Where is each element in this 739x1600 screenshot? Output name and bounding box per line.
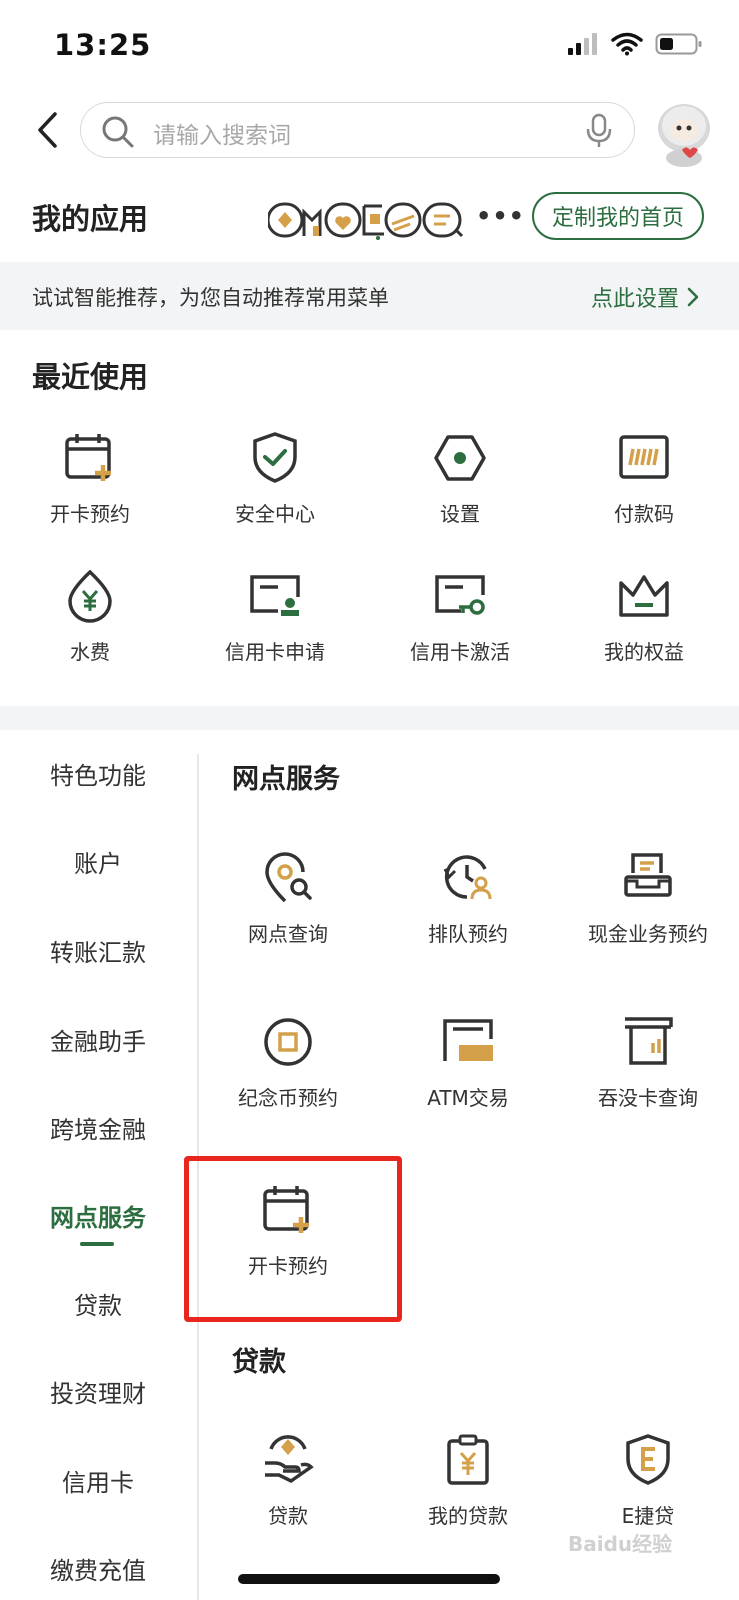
- recommend-text: 试试智能推荐，为您自动推荐常用菜单: [32, 286, 389, 310]
- back-button[interactable]: [30, 108, 64, 152]
- side-nav-item-credit-card[interactable]: 信用卡: [0, 1463, 196, 1498]
- red-highlight-box: [184, 1156, 402, 1322]
- recent-item-label: 付款码: [614, 502, 674, 526]
- loan-item-e-quick-loan[interactable]: E捷贷: [558, 1430, 738, 1529]
- recent-item-water-fee[interactable]: 水费: [0, 566, 180, 665]
- app-strip-icons: [268, 202, 464, 240]
- service-item-label: 纪念币预约: [238, 1086, 338, 1110]
- battery-icon: [655, 33, 702, 55]
- queue-clock-icon: [438, 848, 498, 908]
- recent-item-security-center[interactable]: 安全中心: [185, 428, 365, 527]
- recent-item-settings[interactable]: 设置: [370, 428, 550, 527]
- recent-item-payment-code[interactable]: 付款码: [554, 428, 734, 527]
- service-item-cash-appointment[interactable]: 现金业务预约: [558, 848, 738, 947]
- loan-item-label: E捷贷: [621, 1504, 675, 1528]
- recent-item-label: 设置: [440, 502, 480, 526]
- loan-item-label: 贷款: [268, 1504, 308, 1528]
- location-search-icon: [258, 848, 318, 908]
- card-stamp-icon: [245, 566, 305, 626]
- recent-item-label: 我的权益: [604, 640, 684, 664]
- side-nav-active-indicator: [80, 1242, 114, 1246]
- side-nav-item-bill-payment[interactable]: 缴费充值: [0, 1551, 196, 1586]
- loan-item-my-loans[interactable]: 我的贷款: [378, 1430, 558, 1529]
- recent-item-credit-card-activate[interactable]: 信用卡激活: [370, 566, 550, 665]
- microphone-icon[interactable]: [586, 113, 612, 149]
- payment-code-icon: [614, 428, 674, 488]
- side-nav-item-branch-services[interactable]: 网点服务: [0, 1198, 196, 1233]
- service-item-queue-appointment[interactable]: 排队预约: [378, 848, 558, 947]
- status-icons: [567, 32, 703, 56]
- hexagon-settings-icon: [430, 428, 490, 488]
- my-apps-icon-strip[interactable]: [268, 200, 468, 240]
- recent-item-label: 信用卡申请: [225, 640, 325, 664]
- smart-recommend-bar: 试试智能推荐，为您自动推荐常用菜单 点此设置: [0, 262, 739, 330]
- recent-item-credit-card-apply[interactable]: 信用卡申请: [185, 566, 365, 665]
- recent-item-label: 安全中心: [235, 502, 315, 526]
- recent-item-label: 开卡预约: [50, 502, 130, 526]
- side-nav-item-cross-border[interactable]: 跨境金融: [0, 1110, 196, 1145]
- chevron-right-icon: [687, 287, 699, 307]
- recent-item-open-card-appointment[interactable]: 开卡预约: [0, 428, 180, 527]
- shield-check-icon: [245, 428, 305, 488]
- loan-item-loan[interactable]: 贷款: [198, 1430, 378, 1529]
- recommend-settings-link[interactable]: 点此设置: [591, 281, 699, 313]
- hand-coin-icon: [258, 1430, 318, 1490]
- my-apps-title: 我的应用: [32, 202, 149, 236]
- status-bar: 13:25: [0, 0, 739, 90]
- side-nav-item-finance-assistant[interactable]: 金融助手: [0, 1022, 196, 1057]
- water-drop-yuan-icon: [60, 566, 120, 626]
- search-placeholder: 请输入搜索词: [153, 123, 291, 149]
- cash-machine-icon: [618, 848, 678, 908]
- my-apps-header: 我的应用 ••• 定制我的首页: [0, 186, 739, 252]
- side-nav-item-account[interactable]: 账户: [0, 844, 196, 879]
- recent-item-label: 信用卡激活: [410, 640, 510, 664]
- customize-home-button[interactable]: 定制我的首页: [532, 192, 704, 240]
- cellular-signal-icon: [568, 33, 597, 55]
- watermark: Baidu经验: [568, 1532, 673, 1556]
- card-slot-icon: [618, 1012, 678, 1072]
- card-key-icon: [430, 566, 490, 626]
- recent-item-label: 水费: [70, 640, 110, 664]
- recent-item-my-benefits[interactable]: 我的权益: [554, 566, 734, 665]
- side-nav-item-loans[interactable]: 贷款: [0, 1286, 196, 1321]
- coin-icon: [258, 1012, 318, 1072]
- service-item-label: 现金业务预约: [588, 922, 708, 946]
- mascot-avatar[interactable]: [648, 98, 720, 168]
- wifi-icon: [611, 32, 643, 56]
- section-divider: [0, 706, 739, 730]
- recent-section-title: 最近使用: [32, 360, 149, 394]
- clipboard-yuan-icon: [438, 1430, 498, 1490]
- shield-e-icon: [618, 1430, 678, 1490]
- loans-section-title: 贷款: [232, 1347, 286, 1378]
- home-indicator[interactable]: [238, 1574, 500, 1584]
- loan-item-label: 我的贷款: [428, 1504, 508, 1528]
- branch-services-title: 网点服务: [232, 764, 340, 795]
- crown-icon: [614, 566, 674, 626]
- side-nav-item-transfer[interactable]: 转账汇款: [0, 933, 196, 968]
- search-icon: [102, 116, 134, 148]
- chevron-left-icon: [38, 112, 57, 148]
- service-item-label: 吞没卡查询: [598, 1086, 698, 1110]
- category-side-nav: 特色功能 账户 转账汇款 金融助手 跨境金融 网点服务 贷款 投资理财 信用卡 …: [0, 740, 196, 1600]
- service-item-atm-transaction[interactable]: ATM交易: [378, 1012, 558, 1111]
- service-item-swallowed-card-query[interactable]: 吞没卡查询: [558, 1012, 738, 1111]
- service-item-label: 网点查询: [248, 922, 328, 946]
- service-item-label: ATM交易: [427, 1086, 509, 1110]
- atm-icon: [438, 1012, 498, 1072]
- search-row: 请输入搜索词: [0, 98, 739, 167]
- calendar-plus-icon: [60, 428, 120, 488]
- search-input[interactable]: 请输入搜索词: [80, 102, 635, 158]
- service-item-branch-search[interactable]: 网点查询: [198, 848, 378, 947]
- service-item-label: 排队预约: [428, 922, 508, 946]
- service-item-commemorative-coin[interactable]: 纪念币预约: [198, 1012, 378, 1111]
- status-time: 13:25: [54, 28, 152, 62]
- side-nav-item-investment[interactable]: 投资理财: [0, 1374, 196, 1409]
- recommend-link-label: 点此设置: [590, 287, 679, 312]
- more-apps-dots[interactable]: •••: [476, 202, 525, 230]
- side-nav-item-featured[interactable]: 特色功能: [0, 756, 196, 791]
